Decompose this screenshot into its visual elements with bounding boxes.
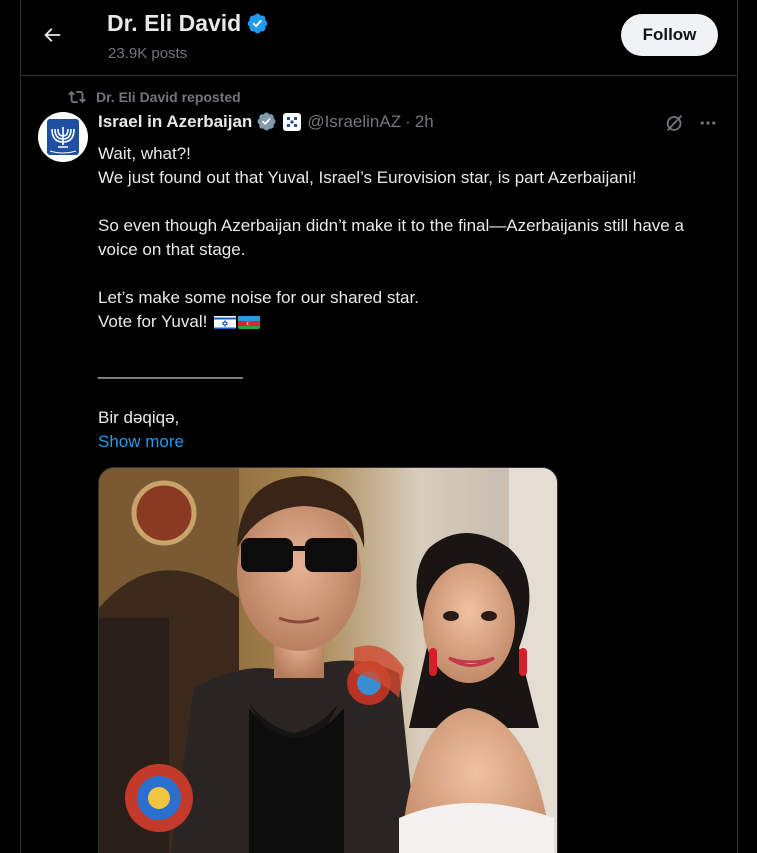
tweet-line: So even though Azerbaijan didn’t make it…	[98, 216, 684, 259]
show-more-link[interactable]: Show more	[98, 430, 718, 454]
back-button[interactable]	[35, 18, 69, 52]
tweet-line-vote: Vote for Yuval!	[98, 310, 718, 334]
timeline-column: Dr. Eli David 23.9K posts Follow Dr. Eli…	[20, 0, 738, 853]
government-badge-icon	[257, 112, 276, 131]
tweet-line: Vote for Yuval!	[98, 312, 208, 331]
tweet-line: Wait, what?!	[98, 144, 191, 163]
more-options-icon[interactable]	[697, 112, 719, 134]
tweet-text: Wait, what?! We just found out that Yuva…	[98, 142, 718, 454]
separator-dot: ·	[405, 111, 411, 131]
photo-image	[99, 468, 557, 853]
tweet-line: We just found out that Yuval, Israel’s E…	[98, 168, 637, 187]
arrow-left-icon	[44, 28, 61, 42]
menorah-emblem-icon	[47, 119, 79, 155]
tweet-timestamp[interactable]: 2h	[415, 112, 434, 132]
follow-button[interactable]: Follow	[621, 14, 718, 56]
author-avatar[interactable]	[38, 112, 88, 162]
repost-text[interactable]: Dr. Eli David reposted	[96, 89, 241, 105]
repost-icon	[68, 90, 86, 104]
tweet-header: Israel in Azerbaijan @IsraelinAZ · 2h	[98, 111, 434, 132]
posts-count: 23.9K posts	[108, 45, 188, 62]
tweet-line: Bir dəqiqə,	[98, 408, 180, 427]
tweet-divider: _________________	[98, 360, 243, 379]
repost-indicator: Dr. Eli David reposted	[68, 88, 241, 106]
header-title-row: Dr. Eli David	[107, 10, 269, 37]
tweet-line: Let’s make some noise for our shared sta…	[98, 288, 419, 307]
tweet-photo[interactable]	[98, 467, 558, 853]
author-name[interactable]: Israel in Azerbaijan	[98, 112, 252, 132]
verified-badge-icon	[247, 13, 268, 34]
azerbaijan-flag-icon	[238, 314, 261, 329]
grok-icon[interactable]	[664, 112, 686, 134]
israel-flag-icon	[214, 314, 237, 329]
profile-name: Dr. Eli David	[107, 10, 242, 36]
affiliation-badge-icon[interactable]	[283, 112, 302, 131]
author-handle[interactable]: @IsraelinAZ	[307, 112, 401, 132]
profile-header: Dr. Eli David 23.9K posts Follow	[21, 0, 737, 76]
